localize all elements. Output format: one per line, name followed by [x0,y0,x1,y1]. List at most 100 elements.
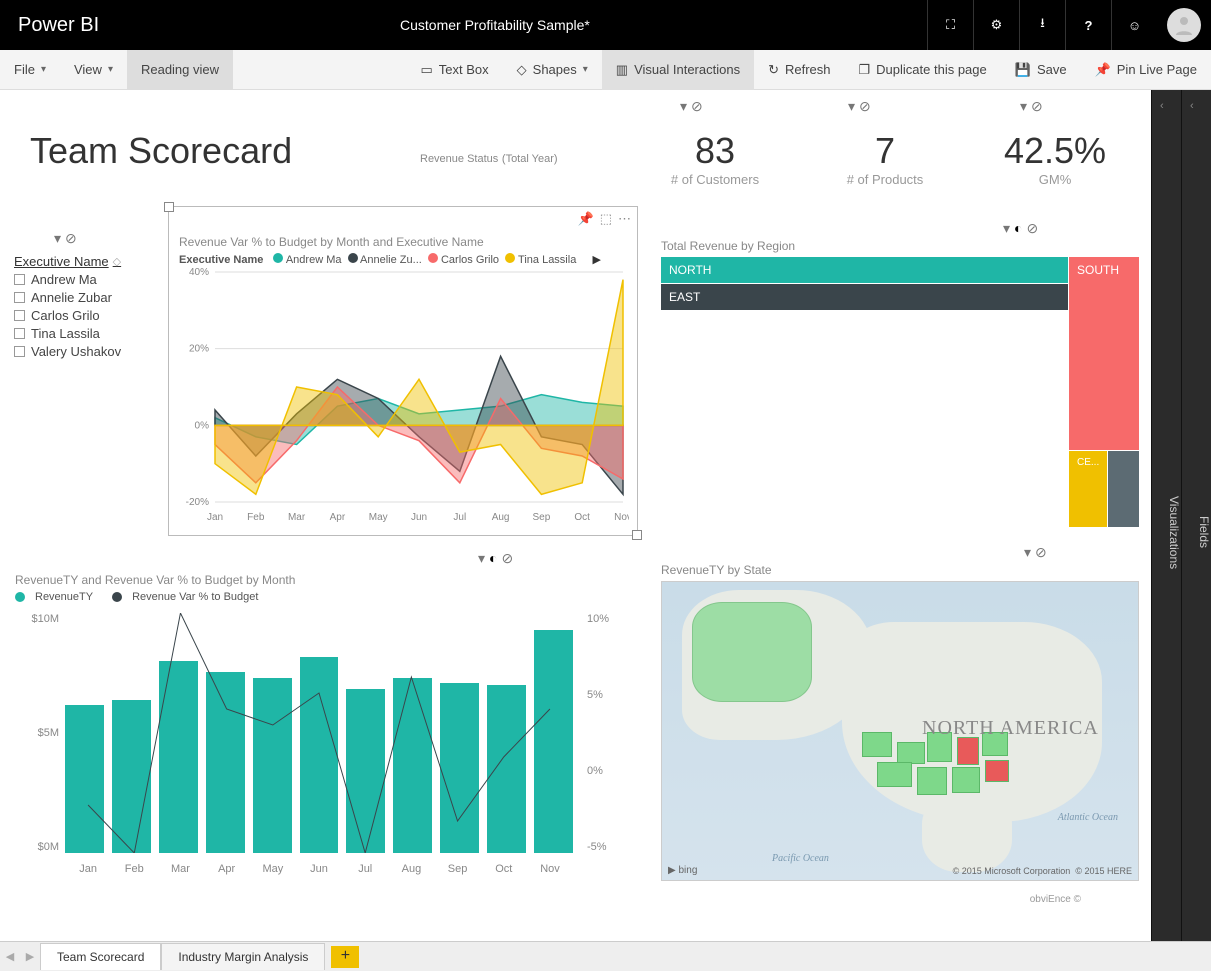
visual-interactions-button[interactable]: ▥Visual Interactions [602,50,754,90]
top-app-bar: Power BI Customer Profitability Sample* … [0,0,1211,50]
none-icon[interactable]: ⊘ [1031,98,1043,115]
svg-text:20%: 20% [189,344,209,355]
map-visual[interactable]: RevenueTY by State NORTH AMERICA Pacific… [660,562,1140,882]
treemap-cell-east[interactable]: EAST [661,284,1068,310]
none-icon[interactable]: ⊘ [859,98,871,115]
svg-text:Nov: Nov [614,512,629,523]
svg-text:Sep: Sep [533,512,551,523]
filter-icon[interactable]: ▾ [1003,220,1010,237]
reading-view-button[interactable]: Reading view [127,50,233,90]
page-tab-industry-margin[interactable]: Industry Margin Analysis [161,943,325,970]
smile-icon[interactable]: ☺ [1111,0,1157,50]
tab-nav-next[interactable]: ▶ [20,950,40,963]
none-icon[interactable]: ⊘ [502,550,514,567]
svg-text:Oct: Oct [574,512,590,523]
interactions-icon: ▥ [616,62,628,78]
duplicate-icon: ❐ [859,62,871,78]
kpi-products-interact-icons[interactable]: ▾⊘ [848,98,871,115]
checkbox-icon[interactable] [14,274,25,285]
map-plot[interactable]: NORTH AMERICA Pacific Ocean Atlantic Oce… [661,581,1139,881]
svg-text:Jun: Jun [411,512,427,523]
filter-icon[interactable]: ▾ [680,98,687,115]
map-title: RevenueTY by State [661,563,1139,577]
shapes-menu[interactable]: ◇Shapes▾ [503,50,602,90]
highlight-icon[interactable]: ◐ [1014,220,1022,237]
kpi-gm-interact-icons[interactable]: ▾⊘ [1020,98,1043,115]
executive-slicer[interactable]: Executive Name◇ Andrew MaAnnelie ZubarCa… [14,240,154,362]
treemap-visual[interactable]: Total Revenue by Region NORTH EAST SOUTH… [660,238,1140,528]
download-icon[interactable]: ⭳ [1019,0,1065,50]
slicer-item[interactable]: Tina Lassila [14,326,154,341]
help-icon[interactable]: ? [1065,0,1111,50]
none-icon[interactable]: ⊘ [1027,220,1039,237]
map-region-label: NORTH AMERICA [922,717,1099,740]
save-button[interactable]: 💾Save [1001,50,1081,90]
refresh-icon: ↻ [768,62,779,78]
checkbox-icon[interactable] [14,292,25,303]
svg-text:Jul: Jul [453,512,466,523]
svg-text:Feb: Feb [247,512,265,523]
area-chart-legend: Executive Name Andrew Ma Annelie Zu... C… [179,253,627,266]
area-chart-visual[interactable]: 📌 ⬚ ⋯ Revenue Var % to Budget by Month a… [168,206,638,536]
treemap-cell-central[interactable]: CE... [1069,451,1107,527]
shapes-icon: ◇ [517,62,527,78]
filter-icon[interactable]: ▾ [1024,544,1031,561]
none-icon[interactable]: ⊘ [1035,544,1047,561]
user-avatar[interactable] [1167,8,1201,42]
map-interact-icons[interactable]: ▾⊘ [1024,544,1047,561]
svg-text:0%: 0% [195,420,210,431]
visualizations-pane[interactable]: ‹VisualizationsFilters [1151,90,1181,941]
kpi-products[interactable]: 7 # of Products [810,130,960,187]
none-icon[interactable]: ⊘ [691,98,703,115]
filter-icon[interactable]: ▾ [478,550,485,567]
pin-icon: 📌 [1095,62,1111,78]
treemap-title: Total Revenue by Region [661,239,1139,253]
combo-chart-visual[interactable]: RevenueTY and Revenue Var % to Budget by… [14,572,634,884]
slicer-item[interactable]: Annelie Zubar [14,290,154,305]
checkbox-icon[interactable] [14,328,25,339]
checkbox-icon[interactable] [14,346,25,357]
legend-scroll-right[interactable]: ▶ [592,253,600,266]
file-menu[interactable]: File▾ [0,50,60,90]
checkbox-icon[interactable] [14,310,25,321]
fields-pane[interactable]: ‹Fields [1181,90,1211,941]
save-icon: 💾 [1015,62,1031,78]
report-canvas: Team Scorecard Revenue Status (Total Yea… [0,90,1151,941]
add-page-button[interactable]: + [331,946,359,968]
duplicate-page-button[interactable]: ❐Duplicate this page [845,50,1001,90]
page-tab-team-scorecard[interactable]: Team Scorecard [40,943,161,970]
focus-mode-icon[interactable]: ⬚ [600,211,612,227]
brand-label: Power BI [0,14,400,37]
combo-interact-icons[interactable]: ▾◐ ⊘ [478,550,513,567]
kpi-customers-interact-icons[interactable]: ▾⊘ [680,98,703,115]
text-box-button[interactable]: ▭Text Box [407,50,503,90]
treemap-cell-south[interactable]: SOUTH [1069,257,1139,450]
kpi-gm[interactable]: 42.5% GM% [970,130,1140,187]
page-tabs-bar: ◀ ▶ Team Scorecard Industry Margin Analy… [0,941,1211,971]
combo-chart-legend: RevenueTY Revenue Var % to Budget [15,591,633,603]
svg-text:Apr: Apr [330,512,346,523]
right-collapsed-panes: ‹VisualizationsFilters ‹Fields [1151,90,1211,941]
kpi-customers[interactable]: 83 # of Customers [640,130,790,187]
slicer-item[interactable]: Carlos Grilo [14,308,154,323]
more-options-icon[interactable]: ⋯ [618,211,631,227]
filter-icon[interactable]: ▾ [1020,98,1027,115]
area-chart-plot[interactable]: -20%0%20%40%JanFebMarAprMayJunJulAugSepO… [179,266,629,526]
highlight-icon[interactable]: ◐ [489,550,497,567]
gear-icon[interactable]: ⚙ [973,0,1019,50]
tab-nav-prev[interactable]: ◀ [0,950,20,963]
svg-text:Aug: Aug [492,512,510,523]
slicer-item[interactable]: Andrew Ma [14,272,154,287]
eraser-icon[interactable]: ◇ [113,255,121,268]
slicer-item[interactable]: Valery Ushakov [14,344,154,359]
treemap-cell-other[interactable] [1108,451,1139,527]
view-menu[interactable]: View▾ [60,50,127,90]
combo-chart-plot[interactable]: $10M$5M$0M 10%5%0%-5% JanFebMarAprMayJun… [15,603,633,883]
treemap-cell-north[interactable]: NORTH [661,257,1068,283]
fullscreen-icon[interactable]: ⛶ [927,0,973,50]
filter-icon[interactable]: ▾ [848,98,855,115]
treemap-interact-icons[interactable]: ▾◐ ⊘ [1003,220,1038,237]
pin-visual-icon[interactable]: 📌 [578,211,594,227]
pin-live-page-button[interactable]: 📌Pin Live Page [1081,50,1211,90]
refresh-button[interactable]: ↻Refresh [754,50,844,90]
